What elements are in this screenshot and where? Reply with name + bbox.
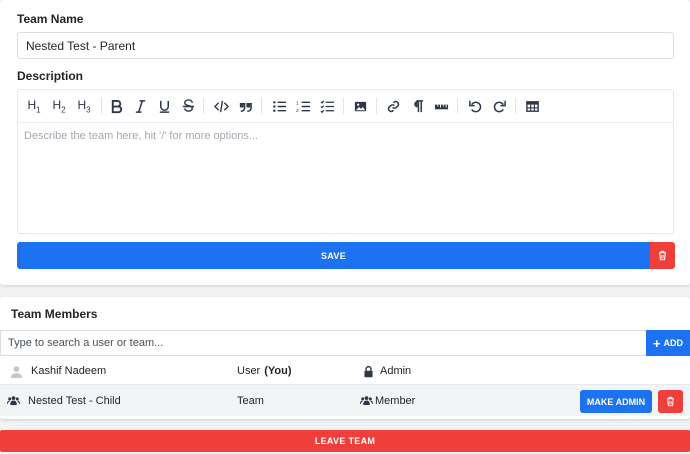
member-row: Kashif Nadeem User (You) Admin (0, 357, 690, 385)
toolbar-separator (376, 98, 377, 114)
trash-icon (659, 250, 666, 261)
member-name-cell: Kashif Nadeem (10, 357, 106, 385)
undo-icon[interactable] (464, 95, 486, 117)
team-name-label: Team Name (17, 12, 84, 26)
users-icon (360, 396, 373, 405)
ordered-list-icon[interactable]: 12 (292, 95, 314, 117)
save-button[interactable]: SAVE (17, 242, 650, 269)
ruler-icon[interactable] (430, 95, 452, 117)
member-type-cell: User (You) (237, 357, 292, 385)
add-member-label: ADD (663, 338, 684, 348)
toolbar-separator (261, 98, 262, 114)
member-role-cell: Member (360, 385, 415, 416)
paragraph-icon[interactable] (406, 95, 428, 117)
bold-icon[interactable] (105, 95, 127, 117)
plus-icon: + (652, 335, 661, 351)
remove-member-button[interactable] (658, 390, 683, 413)
team-members-title: Team Members (11, 307, 98, 321)
image-icon[interactable] (349, 95, 371, 117)
redo-icon[interactable] (488, 95, 510, 117)
member-role: Member (375, 394, 416, 407)
member-name: Nested Test - Child (28, 394, 121, 407)
toolbar-separator (101, 98, 102, 114)
team-members-card: Team Members + ADD Kashif Nadeem User (Y… (0, 297, 690, 419)
member-type: Team (237, 394, 264, 407)
strikethrough-icon[interactable] (177, 95, 199, 117)
svg-text:2: 2 (296, 108, 299, 113)
member-type: User (237, 365, 261, 377)
toolbar-separator (457, 98, 458, 114)
link-icon[interactable] (382, 95, 404, 117)
svg-text:1: 1 (296, 100, 299, 105)
user-avatar-icon (10, 365, 23, 378)
toolbar-separator (203, 98, 204, 114)
member-search-input[interactable] (0, 330, 646, 356)
description-label: Description (17, 69, 84, 83)
member-row: Nested Test - Child Team Member MAKE ADM… (0, 384, 690, 416)
toolbar-separator (343, 98, 344, 114)
member-role: Admin (380, 365, 412, 377)
make-admin-button[interactable]: MAKE ADMIN (580, 390, 652, 413)
team-icon (7, 396, 20, 405)
leave-team-button[interactable]: LEAVE TEAM (0, 430, 690, 452)
heading-1-icon[interactable]: H1 (23, 95, 45, 117)
team-settings-card: Team Name Description H1 H2 H3 (0, 0, 690, 285)
code-icon[interactable] (210, 95, 232, 117)
description-text-area[interactable]: Describe the team here, hit '/' for more… (18, 124, 673, 234)
delete-team-button[interactable] (650, 242, 675, 269)
editor-toolbar: H1 H2 H3 1 2 (18, 90, 673, 123)
bullet-list-icon[interactable] (268, 95, 290, 117)
member-name-cell: Nested Test - Child (7, 385, 121, 416)
trash-icon (667, 396, 674, 407)
lock-icon (364, 365, 373, 377)
heading-3-icon[interactable]: H3 (73, 95, 95, 117)
member-role-cell: Admin (362, 357, 411, 385)
italic-icon[interactable] (129, 95, 151, 117)
underline-icon[interactable] (153, 95, 175, 117)
member-type-cell: Team (237, 385, 264, 416)
heading-2-icon[interactable]: H2 (48, 95, 70, 117)
toolbar-separator (515, 98, 516, 114)
description-editor: H1 H2 H3 1 2 Describe the team here, hit… (17, 89, 674, 234)
add-member-button[interactable]: + ADD (646, 330, 690, 356)
quote-icon[interactable] (234, 95, 256, 117)
member-type-suffix: (You) (264, 365, 292, 377)
team-name-input[interactable] (17, 32, 674, 59)
table-icon[interactable] (521, 95, 543, 117)
member-name: Kashif Nadeem (31, 365, 107, 377)
task-list-icon[interactable] (316, 95, 338, 117)
